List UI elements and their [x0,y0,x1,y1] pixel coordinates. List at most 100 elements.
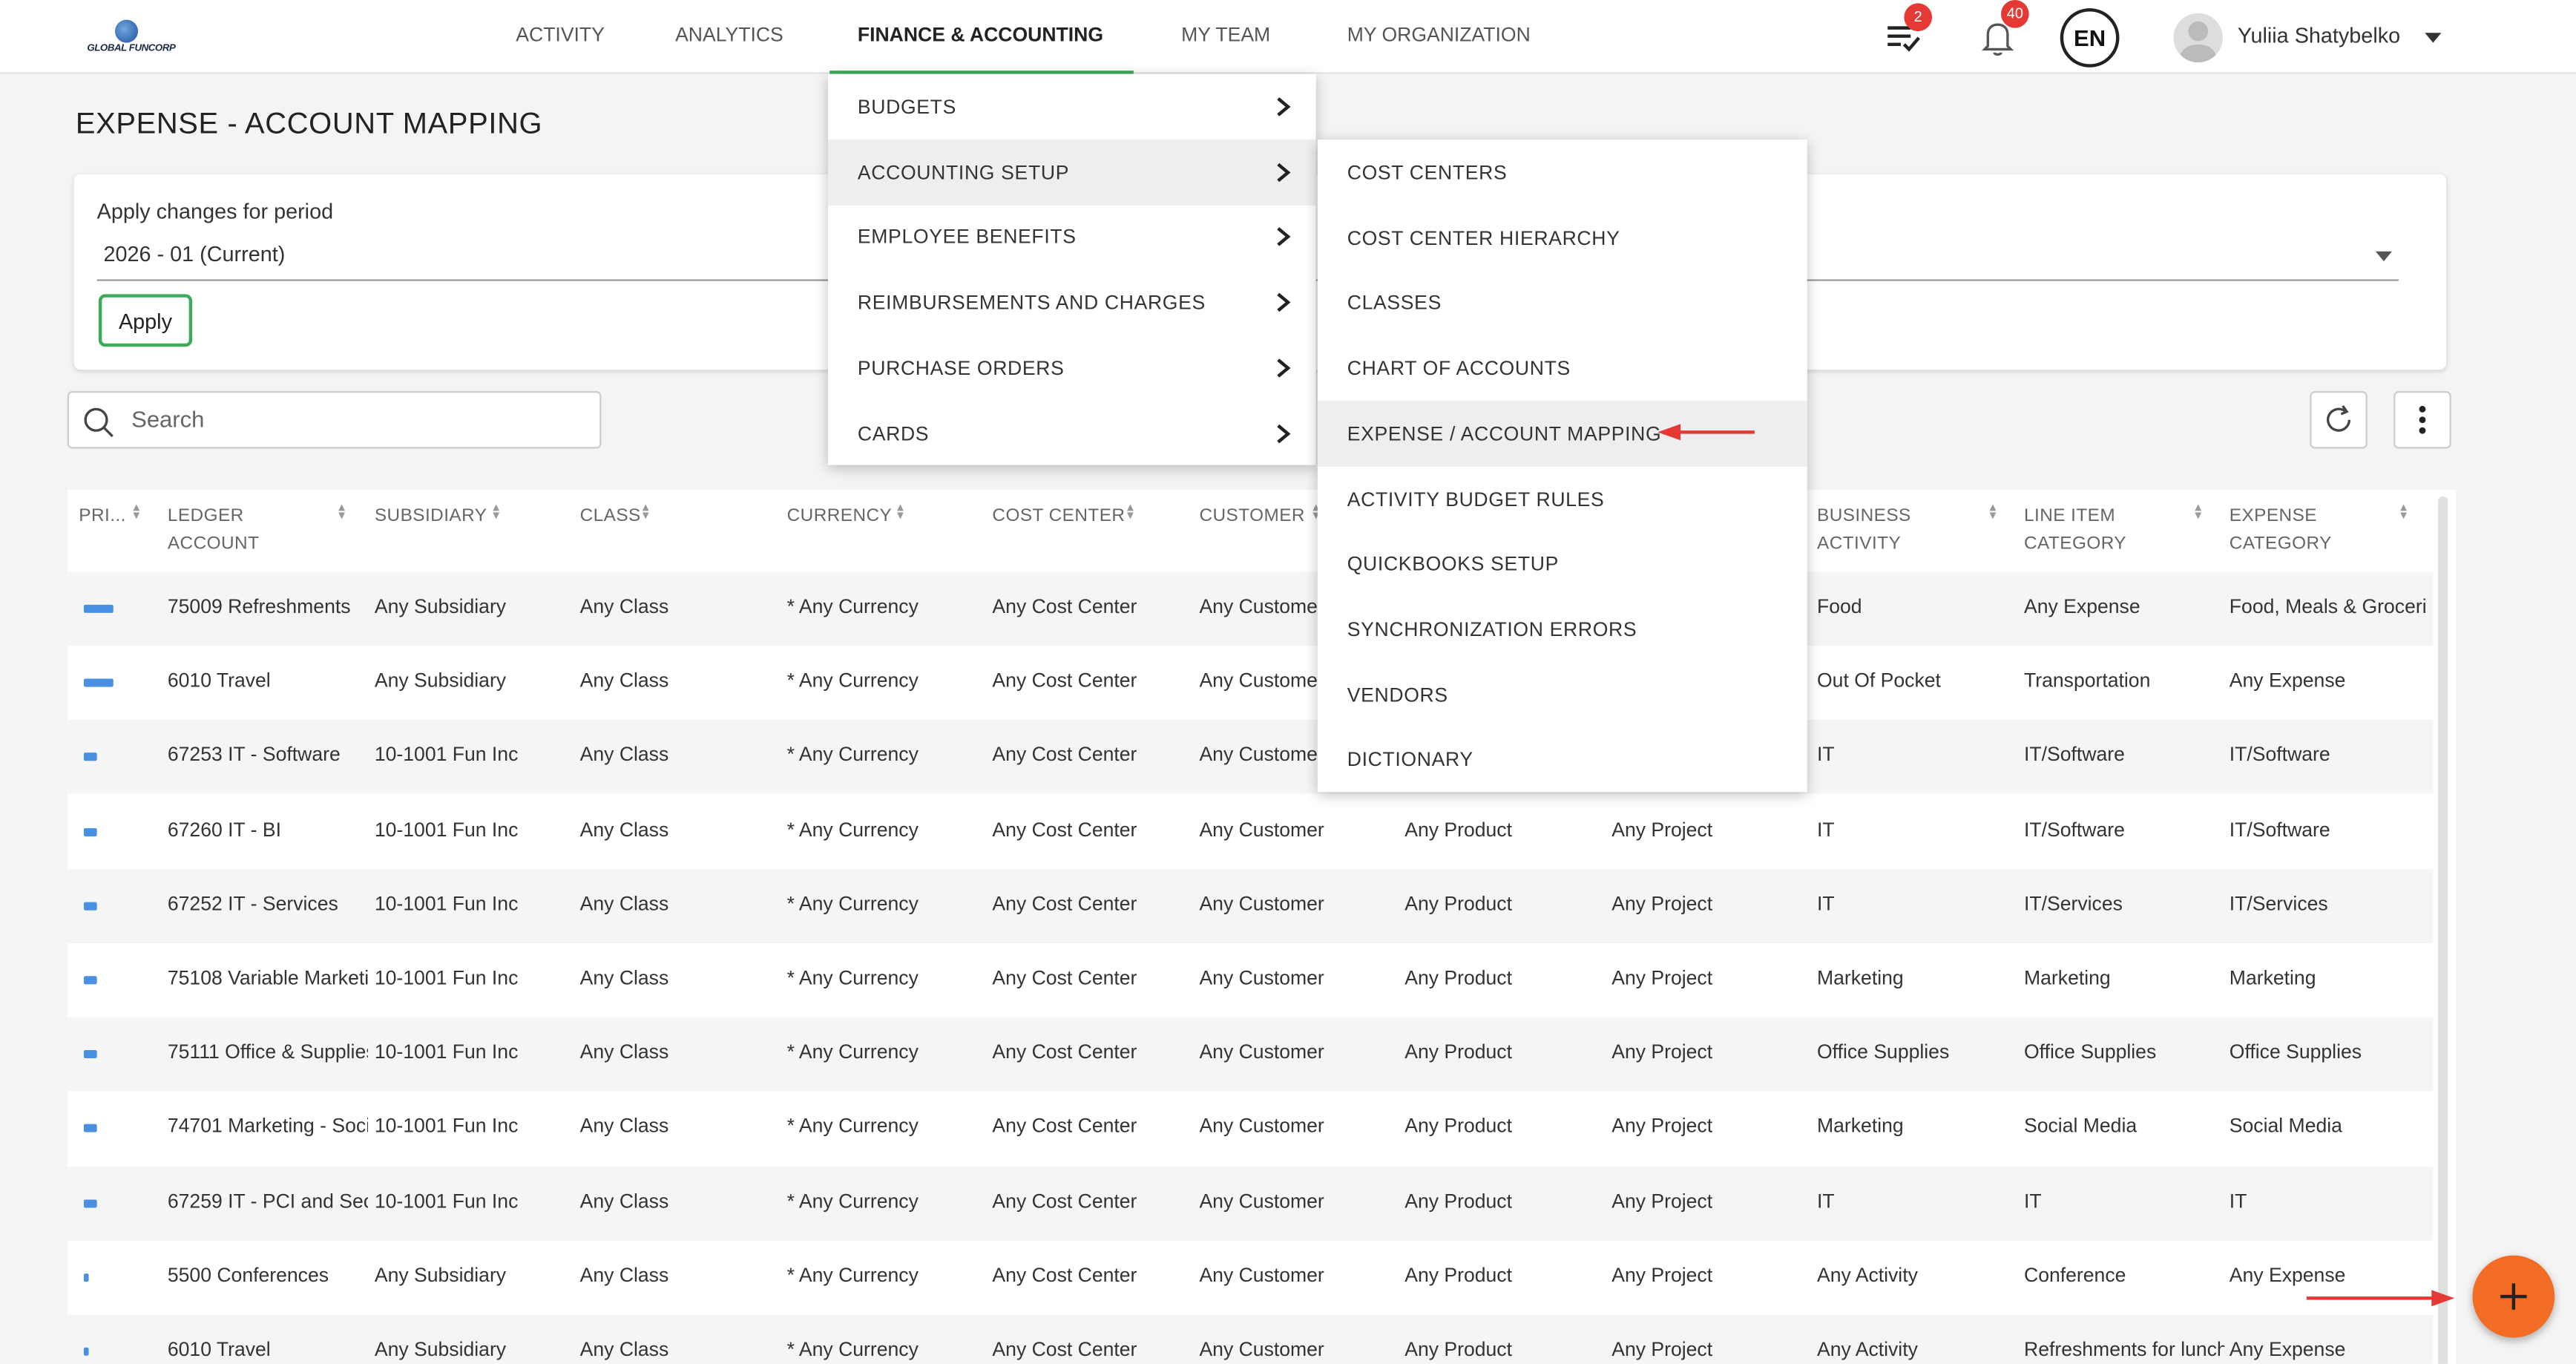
table-cell: Marketing [2024,966,2111,990]
table-cell: Transportation [2024,669,2151,692]
table-row[interactable]: 75009 Refreshments Any Subsidiary Any Clas… [67,571,2434,646]
menu-item[interactable]: SYNCHRONIZATION ERRORS [1318,597,1807,663]
table-cell: Any Activity [1817,1263,1918,1287]
priority-indicator [83,753,97,762]
table-row[interactable]: 6010 Travel Any Subsidiary Any Class * Any … [68,646,2434,721]
tasks-button[interactable]: 2 [1881,3,1933,59]
menu-item-label: PURCHASE ORDERS [857,356,1065,380]
table-cell: Any Project [1611,1189,1713,1213]
mapping-table: PRI... ▴ ▾ LEDGER ACCOUNT ▴ ▾ SUBSIDIARY ▴ ▾ CLASS… [67,489,2457,1364]
more-options-button[interactable] [2393,391,2451,449]
table-cell: * Any Currency [786,743,919,767]
column-header[interactable]: CLASS [580,503,641,531]
menu-item[interactable]: BUDGETS [828,74,1316,140]
sort-icon[interactable]: ▴ ▾ [2400,500,2407,522]
menu-item-label: CLASSES [1347,291,1442,315]
table-cell: Any Class [579,1337,669,1361]
table-cell: Any Cost Center [992,1263,1137,1287]
table-row[interactable]: 75108 Variable Marketing10-1001 Fun Inc A… [68,943,2434,1017]
menu-item[interactable]: VENDORS [1318,661,1807,727]
nav-finance-accounting[interactable]: FINANCE & ACCOUNTING [829,0,1134,74]
menu-item[interactable]: CHART OF ACCOUNTS [1318,335,1807,401]
sort-icon[interactable]: ▴ ▾ [338,500,345,522]
period-dropdown-caret-icon[interactable] [2375,251,2393,262]
column-header[interactable]: CUSTOMER [1199,503,1305,531]
menu-item[interactable]: COST CENTER HIERARCHY [1318,205,1807,271]
menu-item[interactable]: ACCOUNTING SETUP [828,139,1316,206]
table-cell: IT/Services [2024,891,2123,915]
table-cell: Any Class [579,966,669,990]
menu-item[interactable]: EMPLOYEE BENEFITS [828,204,1316,270]
menu-item[interactable]: CLASSES [1318,270,1807,336]
accounting-setup-submenu: COST CENTERS COST CENTER HIERARCHY CLASSES… [1317,140,1807,793]
period-select[interactable]: 2026 - 01 (Current) [104,242,286,266]
column-header[interactable]: EXPENSE CATEGORY [2230,503,2332,559]
add-mapping-button[interactable] [2472,1255,2555,1338]
search-input[interactable]: Search [67,391,602,449]
table-row[interactable]: 5500 Conferences Any Subsidiary Any Class *… [68,1240,2434,1314]
menu-item-label: ACCOUNTING SETUP [857,160,1070,184]
table-cell: 6010 Travel [167,669,271,692]
table-row[interactable]: 67253 IT - Software 10-1001 Fun Inc Any Cl… [67,720,2434,795]
chevron-right-icon [1277,97,1291,117]
priority-indicator [83,976,97,985]
nav-activity[interactable]: ACTIVITY [516,0,605,74]
notifications-button[interactable]: 40 [1975,0,2029,59]
menu-item[interactable]: DICTIONARY [1318,727,1807,793]
menu-item[interactable]: ACTIVITY BUDGET RULES [1318,466,1807,532]
table-cell: IT [1817,1189,1835,1213]
table-row[interactable]: 67259 IT - PCI and Security10-1001 Fun I… [67,1166,2434,1240]
menu-item[interactable]: CARDS [828,400,1316,466]
menu-item[interactable]: PURCHASE ORDERS [828,335,1316,401]
table-row[interactable]: 67260 IT - BI 10-1001 Fun Inc Any Class * A… [68,795,2434,869]
apply-button[interactable]: Apply [98,294,193,347]
user-name[interactable]: Yuliia Shatybelko [2238,23,2400,47]
menu-item-label: BUDGETS [857,95,956,119]
column-header[interactable]: CURRENCY [787,503,893,531]
column-header[interactable]: SUBSIDIARY [375,503,487,531]
table-cell: Any Cost Center [992,1189,1137,1213]
table-cell: * Any Currency [786,891,919,915]
menu-item[interactable]: REIMBURSEMENTS AND CHARGES [828,269,1316,335]
sort-icon[interactable]: ▴ ▾ [897,500,904,522]
user-menu-caret-icon[interactable] [2425,33,2442,43]
table-row[interactable]: 67252 IT - Services 10-1001 Fun Inc Any Cl… [67,868,2434,943]
menu-item[interactable]: EXPENSE / ACCOUNT MAPPING [1317,400,1807,467]
column-header[interactable]: COST CENTER [992,503,1125,531]
sort-icon[interactable]: ▴ ▾ [493,500,499,522]
avatar[interactable] [2173,13,2223,63]
table-row[interactable]: 75111 Office & Supplies 10-1001 Fun Inc An… [67,1017,2434,1092]
more-vertical-icon [2419,405,2426,434]
table-row[interactable]: 6010 Travel Any Subsidiary Any Class * Any … [67,1314,2434,1364]
table-cell: 10-1001 Fun Inc [374,1189,519,1213]
table-cell: Any Subsidiary [374,1263,507,1287]
nav-my-team[interactable]: MY TEAM [1181,0,1270,74]
chevron-right-icon [1277,358,1291,378]
nav-my-organization[interactable]: MY ORGANIZATION [1347,0,1531,74]
table-cell: Any Project [1611,1263,1713,1287]
sort-icon[interactable]: ▴ ▾ [643,500,649,522]
column-header[interactable]: LEDGER ACCOUNT [168,503,260,559]
sort-icon[interactable]: ▴ ▾ [2195,500,2201,522]
column-header-label: CATEGORY [2229,534,2332,554]
table-cell: Any Cost Center [992,743,1137,767]
nav-analytics[interactable]: ANALYTICS [675,0,783,74]
sort-icon[interactable]: ▴ ▾ [1127,500,1134,522]
language-button[interactable]: EN [2060,8,2120,68]
priority-indicator [83,827,97,836]
table-row[interactable]: 74701 Marketing - Social 10-1001 Fun Inc A… [68,1092,2434,1166]
table-scrollbar[interactable] [2438,496,2448,1364]
refresh-button[interactable] [2310,391,2368,449]
column-header[interactable]: PRI... [79,503,126,531]
table-cell: Social Media [2229,1115,2342,1138]
menu-item[interactable]: COST CENTERS [1318,140,1807,206]
table-cell: Any Customer [1199,1263,1324,1287]
column-header[interactable]: LINE ITEM CATEGORY [2024,503,2126,559]
sort-icon[interactable]: ▴ ▾ [133,500,139,522]
priority-indicator [83,902,97,911]
company-logo[interactable]: GLOBAL FUNCORP [82,16,181,62]
sort-icon[interactable]: ▴ ▾ [1990,500,1997,522]
app-root: GLOBAL FUNCORP ACTIVITY ANALYTICS FINANC… [0,0,2576,1364]
menu-item[interactable]: QUICKBOOKS SETUP [1318,531,1807,597]
column-header[interactable]: BUSINESS ACTIVITY [1817,503,1911,559]
